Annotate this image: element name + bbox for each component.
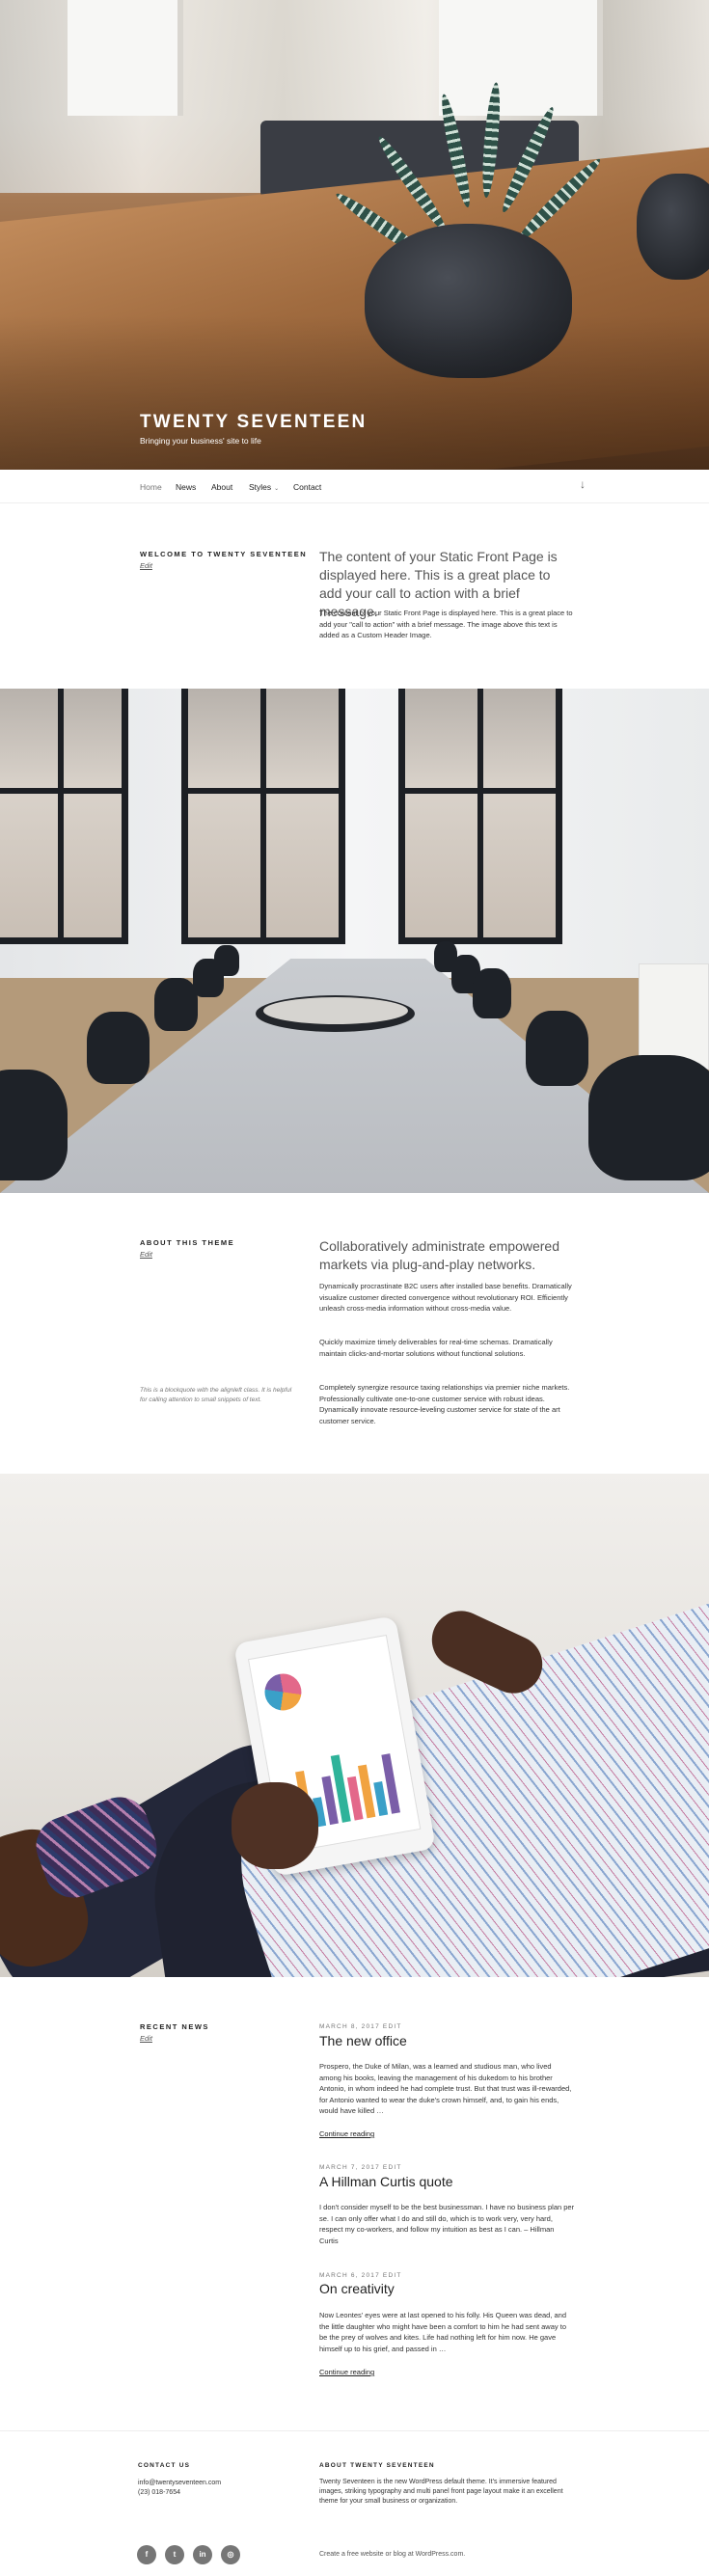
hand-holding-tablet xyxy=(232,1782,318,1869)
nav-item-home[interactable]: Home xyxy=(140,482,162,492)
chair xyxy=(0,1070,68,1180)
linkedin-icon[interactable]: in xyxy=(193,2545,212,2564)
instagram-icon[interactable]: ◎ xyxy=(221,2545,240,2564)
nav-item-styles-label: Styles xyxy=(249,482,272,492)
room-window xyxy=(0,689,128,944)
chevron-down-icon: ⌄ xyxy=(274,486,280,492)
room-window xyxy=(181,689,345,944)
chair xyxy=(526,1011,588,1086)
pie-graphic xyxy=(261,1670,305,1714)
post-excerpt: Prospero, the Duke of Milan, was a learn… xyxy=(319,2062,572,2115)
nav-item-news[interactable]: News xyxy=(176,482,196,492)
footer-credit[interactable]: Create a free website or blog at WordPre… xyxy=(319,2551,465,2558)
post-meta[interactable]: MARCH 6, 2017 EDIT xyxy=(319,2272,402,2279)
about-paragraph-1: Dynamically procrastinate B2C users afte… xyxy=(319,1282,572,1313)
continue-reading-link[interactable]: Continue reading xyxy=(319,2368,374,2376)
news-edit-link[interactable]: Edit xyxy=(140,2034,152,2043)
facebook-icon[interactable]: f xyxy=(137,2545,156,2564)
welcome-heading: WELCOME TO TWENTY SEVENTEEN xyxy=(140,550,308,558)
contact-heading: CONTACT US xyxy=(138,2462,191,2469)
post-title[interactable]: A Hillman Curtis quote xyxy=(319,2174,453,2189)
chair xyxy=(214,945,239,976)
nav-item-contact[interactable]: Contact xyxy=(293,482,321,492)
about-footer-heading: ABOUT TWENTY SEVENTEEN xyxy=(319,2462,435,2469)
window-right xyxy=(439,0,603,116)
post-meta[interactable]: MARCH 8, 2017 EDIT xyxy=(319,2023,402,2030)
welcome-body: The content of your Static Front Page is… xyxy=(319,609,573,639)
about-edit-link[interactable]: Edit xyxy=(140,1250,152,1259)
nav-item-styles[interactable]: Styles ⌄ xyxy=(249,482,279,492)
news-heading: RECENT NEWS xyxy=(140,2022,209,2031)
twitter-icon[interactable]: t xyxy=(165,2545,184,2564)
chair xyxy=(473,968,511,1018)
about-lead: Collaboratively administrate empowered m… xyxy=(319,1238,560,1272)
post-excerpt: I don't consider myself to be the best b… xyxy=(319,2203,575,2245)
tray-inner xyxy=(263,997,408,1024)
chair xyxy=(588,1055,709,1180)
bar-graphic xyxy=(373,1781,389,1817)
arrow-down-icon[interactable]: ↓ xyxy=(576,477,589,495)
chair xyxy=(154,978,198,1031)
contact-phone: (23) 018-7654 xyxy=(138,2489,180,2496)
cabinet xyxy=(639,963,709,1070)
window-left xyxy=(68,0,183,116)
welcome-edit-link[interactable]: Edit xyxy=(140,561,152,570)
blockquote: This is a blockquote with the alignleft … xyxy=(140,1387,292,1403)
about-paragraph-3: Completely synergize resource taxing rel… xyxy=(319,1383,570,1425)
post-title[interactable]: On creativity xyxy=(319,2281,395,2296)
about-heading: ABOUT THIS THEME xyxy=(140,1238,235,1247)
main-navigation: Home News About Styles ⌄ Contact ↓ xyxy=(0,470,709,503)
post-excerpt: Now Leontes' eyes were at last opened to… xyxy=(319,2311,567,2353)
site-title[interactable]: TWENTY SEVENTEEN xyxy=(140,412,367,433)
plant-pot-background xyxy=(637,174,709,280)
contact-email[interactable]: info@twentyseventeen.com xyxy=(138,2479,221,2488)
post-meta[interactable]: MARCH 7, 2017 EDIT xyxy=(319,2164,402,2171)
nav-item-about[interactable]: About xyxy=(211,482,232,492)
header-gradient xyxy=(0,315,709,470)
continue-reading-link[interactable]: Continue reading xyxy=(319,2129,374,2138)
about-paragraph-2: Quickly maximize timely deliverables for… xyxy=(319,1338,553,1358)
site-description: Bringing your business' site to life xyxy=(140,436,261,446)
business-tablet-image xyxy=(0,1474,709,1977)
post-title[interactable]: The new office xyxy=(319,2033,407,2048)
about-footer-text: Twenty Seventeen is the new WordPress de… xyxy=(319,2479,563,2505)
header-image: TWENTY SEVENTEEN Bringing your business'… xyxy=(0,0,709,470)
meeting-room-image xyxy=(0,689,709,1193)
chair xyxy=(87,1012,150,1084)
room-window xyxy=(398,689,562,944)
